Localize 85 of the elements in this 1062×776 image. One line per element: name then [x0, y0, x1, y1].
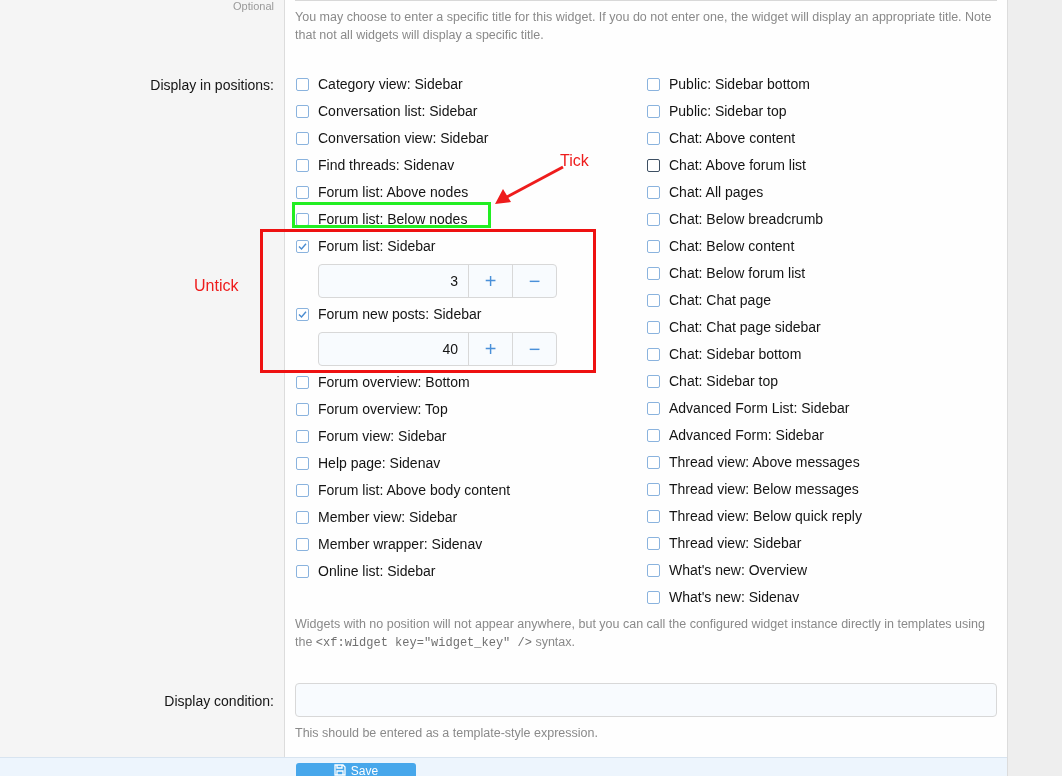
checkbox[interactable] [647, 186, 660, 199]
checkbox[interactable] [647, 429, 660, 442]
option-label[interactable]: Chat: Below content [669, 236, 795, 257]
condition-field[interactable] [295, 683, 997, 717]
number-input[interactable]: 3 [319, 265, 468, 297]
checkbox[interactable] [647, 159, 660, 172]
checkbox[interactable] [647, 564, 660, 577]
save-icon [333, 764, 346, 776]
field-label: Display in positions: [150, 76, 274, 95]
option-label[interactable]: What's new: Overview [669, 560, 808, 581]
field-label: Display condition: [164, 692, 274, 711]
number-input[interactable]: 40 [319, 333, 468, 365]
annotation-text: Tick [560, 151, 589, 171]
option-label[interactable]: Online list: Sidebar [318, 561, 436, 582]
option-label[interactable]: Chat: Below breadcrumb [669, 209, 824, 230]
checkbox[interactable] [647, 483, 660, 496]
checkbox[interactable] [296, 565, 309, 578]
checkbox[interactable] [296, 430, 309, 443]
checkbox[interactable] [647, 537, 660, 550]
checkbox[interactable] [647, 213, 660, 226]
checkbox[interactable] [296, 186, 309, 199]
option-label[interactable]: Thread view: Sidebar [669, 533, 802, 554]
checkbox[interactable] [647, 105, 660, 118]
checkbox[interactable] [296, 132, 309, 145]
option-label[interactable]: Chat: Chat page sidebar [669, 317, 821, 338]
option-label[interactable]: Forum overview: Bottom [318, 372, 470, 393]
option-label[interactable]: Find threads: Sidenav [318, 155, 455, 176]
option-label[interactable]: Chat: Above content [669, 128, 796, 149]
checkbox[interactable] [647, 267, 660, 280]
option-label[interactable]: Forum list: Above body content [318, 480, 511, 501]
option-label[interactable]: What's new: Sidenav [669, 587, 800, 608]
checkbox[interactable] [296, 403, 309, 416]
checkbox[interactable] [647, 294, 660, 307]
annotation-text: Untick [194, 276, 239, 296]
option-label[interactable]: Chat: Below forum list [669, 263, 806, 284]
option-label[interactable]: Category view: Sidebar [318, 74, 463, 95]
checkbox[interactable] [296, 308, 309, 321]
checkbox[interactable] [647, 348, 660, 361]
number-field[interactable]: 3 + − [318, 264, 557, 298]
checkbox[interactable] [647, 591, 660, 604]
checkbox[interactable] [647, 240, 660, 253]
checkbox[interactable] [296, 484, 309, 497]
option-label[interactable]: Forum list: Above nodes [318, 182, 469, 203]
option-label[interactable]: Conversation list: Sidebar [318, 101, 478, 122]
checkbox[interactable] [647, 132, 660, 145]
option-label[interactable]: Public: Sidebar top [669, 101, 787, 122]
option-label[interactable]: Thread view: Above messages [669, 452, 860, 473]
option-label[interactable]: Member wrapper: Sidenav [318, 534, 483, 555]
option-label[interactable]: Chat: Above forum list [669, 155, 806, 176]
field-explain: You may choose to enter a specific title for this widget. If you do not enter one, the widget will display an appropriate title. Note that not all widgets will display a specific title. [295, 9, 993, 44]
checkbox[interactable] [647, 510, 660, 523]
option-label[interactable]: Thread view: Below messages [669, 479, 859, 500]
checkbox[interactable] [296, 538, 309, 551]
option-label[interactable]: Chat: Chat page [669, 290, 771, 311]
option-label[interactable]: Thread view: Below quick reply [669, 506, 862, 527]
option-label[interactable]: Chat: Sidebar top [669, 371, 778, 392]
option-label[interactable]: Forum view: Sidebar [318, 426, 447, 447]
option-label[interactable]: Advanced Form: Sidebar [669, 425, 824, 446]
checkbox[interactable] [296, 376, 309, 389]
checkbox[interactable] [296, 159, 309, 172]
option-label[interactable]: Forum overview: Top [318, 399, 448, 420]
checkbox[interactable] [647, 456, 660, 469]
option-label[interactable]: Forum new posts: Sidebar [318, 304, 482, 325]
field-explain: Widgets with no position will not appear anywhere, but you can call the configured widget instance directly in templates using the <xf:widget key="widget_key" /> syntax. [295, 616, 986, 652]
option-label[interactable]: Forum list: Sidebar [318, 236, 436, 257]
checkbox[interactable] [647, 78, 660, 91]
checkbox[interactable] [296, 511, 309, 524]
checkbox[interactable] [647, 321, 660, 334]
checkbox[interactable] [296, 240, 309, 253]
field-explain: This should be entered as a template-style expression. [295, 725, 599, 742]
checkbox[interactable] [647, 402, 660, 415]
checkbox[interactable] [296, 78, 309, 91]
option-label[interactable]: Help page: Sidenav [318, 453, 441, 474]
option-label[interactable]: Forum list: Below nodes [318, 209, 468, 230]
option-label[interactable]: Conversation view: Sidebar [318, 128, 489, 149]
checkbox[interactable] [647, 375, 660, 388]
option-label[interactable]: Advanced Form List: Sidebar [669, 398, 850, 419]
option-label[interactable]: Public: Sidebar bottom [669, 74, 810, 95]
field-hint: Optional [233, 0, 274, 12]
option-label[interactable]: Member view: Sidebar [318, 507, 458, 528]
option-label[interactable]: Chat: All pages [669, 182, 764, 203]
checkbox[interactable] [296, 457, 309, 470]
number-field[interactable]: 40 + − [318, 332, 557, 366]
checkbox[interactable] [296, 105, 309, 118]
option-label[interactable]: Chat: Sidebar bottom [669, 344, 802, 365]
